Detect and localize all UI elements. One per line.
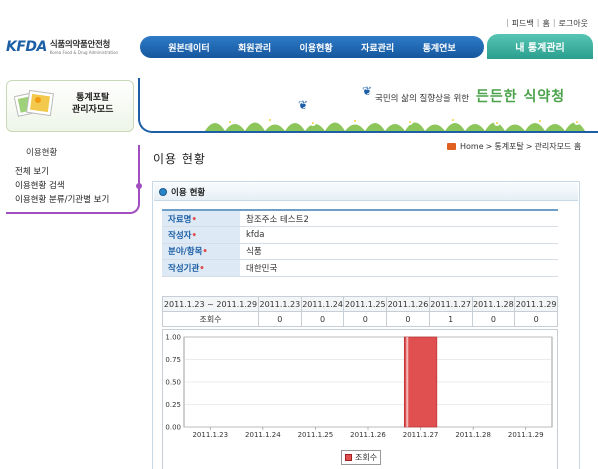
nav-member-management[interactable]: 회원관리 — [238, 41, 271, 54]
y-tick-label: 1.00 — [165, 334, 181, 342]
logo-mark: KFDA — [6, 38, 47, 55]
nav-my-statistics[interactable]: 내 통계관리 — [487, 34, 593, 59]
info-value-title: 참조주소 테스트2 — [240, 210, 558, 227]
separator: | — [505, 18, 509, 27]
sidebar-item-view-all[interactable]: 전체 보기 — [15, 165, 109, 177]
y-tick-label: 0.75 — [165, 356, 181, 364]
home-link[interactable]: 홈 — [542, 18, 549, 29]
info-label: 작성기관• — [162, 259, 240, 277]
info-table: 자료명• 참조주소 테스트2 작성자• kfda 분야/항목• 식품 작성기관•… — [162, 209, 558, 277]
chart-bar — [403, 336, 438, 428]
banner-brand: 든든한 식약청 — [476, 89, 566, 105]
info-label: 자료명• — [162, 210, 240, 227]
breadcrumb: Home > 통계포탈 > 관리자모드 홈 — [447, 141, 581, 152]
section-header: 이용 현황 — [154, 183, 578, 201]
grass-decoration — [205, 117, 595, 131]
breadcrumb-separator: > — [485, 142, 493, 151]
stats-count: 0 — [471, 311, 516, 327]
table-row: 조회수 0 0 0 0 1 0 0 — [162, 311, 558, 327]
stats-date: 2011.1.29 — [514, 296, 558, 312]
info-value-category: 식품 — [240, 243, 558, 260]
y-tick-label: 0.25 — [165, 401, 181, 409]
sidebar-title: 통계포탈 관리자모드 — [72, 92, 113, 116]
nav-data-management[interactable]: 자료관리 — [361, 41, 394, 54]
table-row: 작성기관• 대한민국 — [162, 259, 558, 277]
section-title: 이용 현황 — [171, 187, 206, 198]
x-tick-label: 2011.1.29 — [508, 431, 544, 439]
nav-statistics-yearbook[interactable]: 통계연보 — [423, 41, 456, 54]
table-row: 분야/항목• 식품 — [162, 243, 558, 260]
stats-row-label: 조회수 — [162, 311, 259, 327]
sidebar-indicator-dot — [136, 183, 142, 189]
stats-date: 2011.1.25 — [343, 296, 388, 312]
page-title: 이용 현황 — [153, 152, 206, 166]
logo-name: 식품의약품안전청 — [49, 40, 111, 50]
banner-slogan: 국민의 삶의 질향상을 위한 — [375, 94, 470, 104]
x-tick-label: 2011.1.24 — [245, 431, 281, 439]
logo-subtitle: Korea Food & Drug Administration — [49, 50, 119, 55]
logo-text: 식품의약품안전청 Korea Food & Drug Administratio… — [50, 38, 118, 55]
breadcrumb-admin-home[interactable]: 관리자모드 홈 — [534, 141, 581, 152]
stats-count: 0 — [300, 311, 345, 327]
stats-count: 0 — [343, 311, 388, 327]
info-value-author: kfda — [240, 226, 558, 244]
sidebar-links: 전체 보기 이용현황 검색 이용현황 분류/기관별 보기 — [15, 165, 109, 205]
sidebar-item-usage-search[interactable]: 이용현황 검색 — [15, 179, 109, 191]
stats-table: 2011.1.23 ~ 2011.1.29 2011.1.23 2011.1.2… — [162, 296, 558, 327]
stats-count: 1 — [428, 311, 473, 327]
x-tick-label: 2011.1.28 — [455, 431, 491, 439]
x-tick-label: 2011.1.23 — [192, 431, 228, 439]
logout-link[interactable]: 로그아웃 — [559, 18, 588, 29]
sidebar-title-line1: 통계포탈 — [76, 93, 110, 103]
stats-count: 0 — [514, 311, 558, 327]
utility-links: | 피드백 | 홈 | 로그아웃 — [506, 18, 588, 29]
stats-date: 2011.1.27 — [428, 296, 473, 312]
chart-bar-highlight — [406, 337, 409, 427]
x-tick-label: 2011.1.27 — [403, 431, 439, 439]
stats-date: 2011.1.26 — [386, 296, 430, 312]
info-value-organization: 대한민국 — [240, 259, 558, 277]
table-row: 자료명• 참조주소 테스트2 — [162, 210, 558, 227]
separator: | — [536, 18, 540, 27]
nav-raw-data[interactable]: 원본데이터 — [168, 41, 209, 54]
stats-count: 0 — [258, 311, 302, 327]
breadcrumb-home[interactable]: Home — [460, 142, 484, 151]
main-nav: 원본데이터 회원관리 이용현황 자료관리 통계연보 — [140, 36, 484, 58]
butterfly-icon: ❦ — [298, 98, 309, 112]
stats-date: 2011.1.23 — [258, 296, 302, 312]
chart-legend: 조회수 — [341, 450, 382, 465]
sidebar-title-line2: 관리자모드 — [72, 105, 114, 115]
feedback-link[interactable]: 피드백 — [512, 18, 534, 29]
home-icon — [447, 143, 456, 150]
breadcrumb-separator: > — [525, 142, 533, 151]
breadcrumb-portal[interactable]: 통계포탈 — [494, 141, 523, 152]
y-tick-label: 0.50 — [165, 379, 181, 387]
site-logo[interactable]: KFDA 식품의약품안전청 Korea Food & Drug Administ… — [6, 38, 118, 56]
y-tick-label: 0.00 — [165, 424, 181, 432]
stats-date: 2011.1.28 — [471, 296, 516, 312]
usage-chart: 1.00 0.75 0.50 0.25 0.00 2011.1.23 2011.1.24 20… — [165, 334, 553, 439]
sidebar-current-item[interactable]: 이용현황 — [26, 146, 57, 158]
table-header-row: 2011.1.23 ~ 2011.1.29 2011.1.23 2011.1.2… — [162, 296, 558, 312]
x-tick-label: 2011.1.26 — [350, 431, 386, 439]
legend-label: 조회수 — [355, 453, 378, 462]
x-tick-label: 2011.1.25 — [298, 431, 334, 439]
separator: | — [552, 18, 556, 27]
nav-usage-status[interactable]: 이용현황 — [300, 41, 333, 54]
info-label: 분야/항목• — [162, 243, 240, 260]
stats-count: 0 — [386, 311, 430, 327]
table-row: 작성자• kfda — [162, 226, 558, 244]
legend-swatch — [345, 454, 352, 461]
butterfly-icon: ❦ — [362, 84, 373, 98]
stats-date: 2011.1.24 — [300, 296, 345, 312]
stats-range: 2011.1.23 ~ 2011.1.29 — [162, 296, 259, 312]
bullet-icon — [159, 187, 167, 196]
sidebar-item-usage-by-category[interactable]: 이용현황 분류/기관별 보기 — [15, 193, 109, 205]
info-label: 작성자• — [162, 226, 240, 244]
photos-icon — [14, 89, 54, 117]
